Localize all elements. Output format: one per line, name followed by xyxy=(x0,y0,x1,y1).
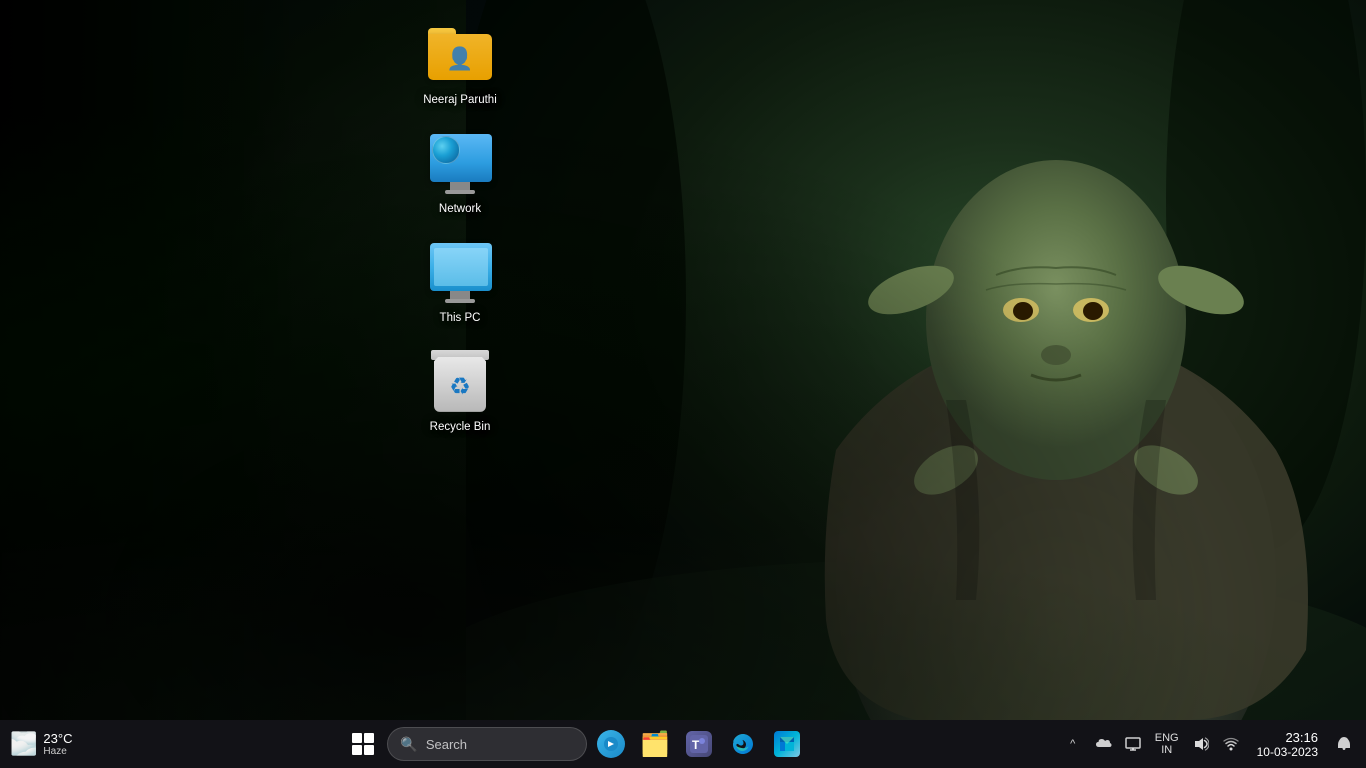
folder-icon: 👤 xyxy=(426,20,494,88)
windows-logo xyxy=(352,733,374,755)
taskbar: 🌫️ 23°C Haze 🔍 Search xyxy=(0,720,1366,768)
taskbar-app-edge[interactable] xyxy=(723,724,763,764)
bg-trees-left xyxy=(0,0,300,720)
weather-temp: 23°C xyxy=(43,731,72,746)
winamp-icon xyxy=(597,730,625,758)
network-icon xyxy=(426,129,494,197)
svg-text:T: T xyxy=(692,738,700,752)
clock-time: 23:16 xyxy=(1285,730,1318,745)
start-button[interactable] xyxy=(343,724,383,764)
recycle-bin-icon: ♻ xyxy=(426,347,494,415)
icon-label-neeraj: Neeraj Paruthi xyxy=(420,92,500,109)
icon-label-recycle: Recycle Bin xyxy=(427,419,494,436)
desktop: 👤 Neeraj Paruthi Network xyxy=(0,0,1366,768)
search-label: Search xyxy=(426,737,467,752)
taskbar-center: 🔍 Search 🗂️ T xyxy=(100,724,1051,764)
icon-label-thispc: This PC xyxy=(437,310,484,327)
weather-icon: 🌫️ xyxy=(10,731,37,757)
lang-text: ENG xyxy=(1155,732,1179,744)
tray-network-wifi[interactable] xyxy=(1217,726,1245,762)
search-icon: 🔍 xyxy=(400,736,417,753)
region-text: IN xyxy=(1161,744,1172,756)
wallpaper-yoda xyxy=(466,0,1366,720)
tray-chevron-up[interactable]: ^ xyxy=(1059,726,1087,762)
icon-label-network: Network xyxy=(436,201,484,218)
computer-icon xyxy=(426,238,494,306)
icon-network[interactable]: Network xyxy=(420,129,500,218)
clock-date: 10-03-2023 xyxy=(1257,745,1318,759)
file-explorer-icon: 🗂️ xyxy=(640,730,670,759)
language-indicator[interactable]: ENG IN xyxy=(1149,732,1185,756)
tray-onedrive[interactable] xyxy=(1089,726,1117,762)
clock-area[interactable]: 23:16 10-03-2023 xyxy=(1247,730,1328,759)
weather-widget[interactable]: 🌫️ 23°C Haze xyxy=(0,731,100,757)
tray-volume[interactable] xyxy=(1187,726,1215,762)
store-icon xyxy=(774,731,800,757)
weather-info: 23°C Haze xyxy=(43,731,72,757)
taskbar-app-teams[interactable]: T xyxy=(679,724,719,764)
tray-notifications[interactable] xyxy=(1330,726,1358,762)
edge-icon xyxy=(730,731,756,757)
system-tray: ^ ENG IN xyxy=(1051,726,1366,762)
tray-display[interactable] xyxy=(1119,726,1147,762)
taskbar-app-winamp[interactable] xyxy=(591,724,631,764)
icon-neeraj-paruthi[interactable]: 👤 Neeraj Paruthi xyxy=(420,20,500,109)
icon-recycle-bin[interactable]: ♻ Recycle Bin xyxy=(420,347,500,436)
icon-this-pc[interactable]: This PC xyxy=(420,238,500,327)
desktop-icons: 👤 Neeraj Paruthi Network xyxy=(420,20,500,436)
weather-desc: Haze xyxy=(43,746,72,757)
teams-icon: T xyxy=(686,731,712,757)
taskbar-app-explorer[interactable]: 🗂️ xyxy=(635,724,675,764)
search-bar[interactable]: 🔍 Search xyxy=(387,727,587,761)
taskbar-app-store[interactable] xyxy=(767,724,807,764)
